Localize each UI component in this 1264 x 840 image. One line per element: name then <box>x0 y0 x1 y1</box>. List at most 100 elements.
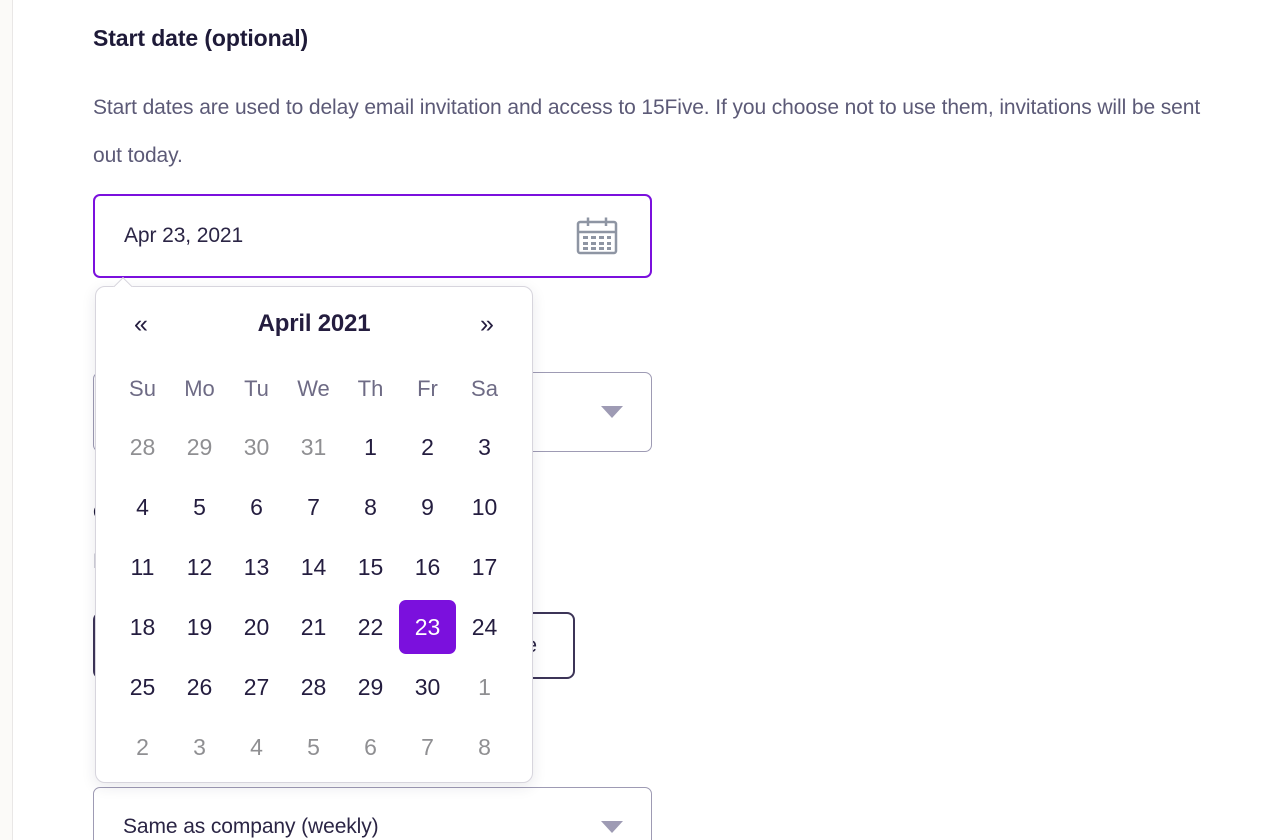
calendar-day-selected[interactable]: 23 <box>399 597 456 657</box>
calendar-day-label: 12 <box>186 553 213 580</box>
weekday-header: Th <box>357 376 384 401</box>
calendar-day[interactable]: 22 <box>342 597 399 657</box>
calendar-day-label: 29 <box>186 433 213 460</box>
left-rail <box>0 0 12 840</box>
background-select-lower[interactable]: Same as company (weekly) <box>93 787 652 840</box>
calendar-day-label: 3 <box>478 433 491 460</box>
calendar-day[interactable]: 12 <box>171 537 228 597</box>
calendar-day[interactable]: 30 <box>228 417 285 477</box>
weekday-header: We <box>297 376 330 401</box>
calendar-day[interactable]: 1 <box>456 657 513 717</box>
calendar-day[interactable]: 29 <box>342 657 399 717</box>
calendar-day[interactable]: 10 <box>456 477 513 537</box>
calendar-day[interactable]: 31 <box>285 417 342 477</box>
calendar-day[interactable]: 25 <box>114 657 171 717</box>
calendar-day[interactable]: 6 <box>228 477 285 537</box>
calendar-day-label: 26 <box>186 673 213 700</box>
calendar-day[interactable]: 30 <box>399 657 456 717</box>
calendar-day[interactable]: 27 <box>228 657 285 717</box>
calendar-day[interactable]: 2 <box>399 417 456 477</box>
calendar-day[interactable]: 15 <box>342 537 399 597</box>
calendar-day[interactable]: 14 <box>285 537 342 597</box>
calendar-day-label: 16 <box>414 553 441 580</box>
calendar-day-label: 6 <box>250 493 263 520</box>
calendar-day-label: 10 <box>471 493 498 520</box>
calendar-week-row: 2 3 4 5 6 7 8 <box>114 717 514 777</box>
calendar-day[interactable]: 18 <box>114 597 171 657</box>
calendar-day-label: 11 <box>130 553 155 580</box>
calendar-day-label: 20 <box>243 613 270 640</box>
start-date-input[interactable]: Apr 23, 2021 <box>93 194 652 278</box>
calendar-day[interactable]: 3 <box>171 717 228 777</box>
prev-month-button[interactable]: « <box>126 311 156 337</box>
calendar-day[interactable]: 24 <box>456 597 513 657</box>
calendar-day[interactable]: 20 <box>228 597 285 657</box>
calendar-day-label: 14 <box>300 553 327 580</box>
calendar-day-label: 1 <box>364 433 377 460</box>
calendar-day-label: 21 <box>300 613 327 640</box>
calendar-day[interactable]: 2 <box>114 717 171 777</box>
calendar-day[interactable]: 26 <box>171 657 228 717</box>
background-select-lower-value: Same as company (weekly) <box>123 815 379 838</box>
calendar-day-label: 25 <box>129 673 156 700</box>
field-help-text: Start dates are used to delay email invi… <box>93 96 1201 167</box>
calendar-day[interactable]: 6 <box>342 717 399 777</box>
calendar-day[interactable]: 19 <box>171 597 228 657</box>
calendar-day[interactable]: 13 <box>228 537 285 597</box>
calendar-day-label: 31 <box>300 433 327 460</box>
calendar-day-label: 3 <box>193 733 206 760</box>
chevron-down-icon <box>601 406 623 418</box>
calendar-day-label: 30 <box>414 673 441 700</box>
calendar-day[interactable]: 9 <box>399 477 456 537</box>
calendar-day-label: 18 <box>129 613 156 640</box>
calendar-day-label: 4 <box>136 493 149 520</box>
weekday-header: Fr <box>417 376 438 401</box>
calendar-icon[interactable] <box>575 216 619 256</box>
datepicker-popup[interactable]: « April 2021 » Su Mo Tu We Th Fr Sa 28 29 30 31 1 2… <box>95 286 533 783</box>
calendar-day-label: 24 <box>471 613 498 640</box>
calendar-day-label: 28 <box>300 673 327 700</box>
calendar-day[interactable]: 4 <box>228 717 285 777</box>
calendar-day-label: 27 <box>243 673 270 700</box>
calendar-day-label: 8 <box>478 733 491 760</box>
left-divider <box>12 0 13 840</box>
calendar-week-row: 18 19 20 21 22 23 24 <box>114 597 514 657</box>
calendar-day[interactable]: 28 <box>114 417 171 477</box>
calendar-week-row: 4 5 6 7 8 9 10 <box>114 477 514 537</box>
calendar-day[interactable]: 28 <box>285 657 342 717</box>
datepicker-notch <box>112 276 134 287</box>
calendar-day[interactable]: 4 <box>114 477 171 537</box>
calendar-day[interactable]: 5 <box>285 717 342 777</box>
calendar-day-label: 22 <box>357 613 384 640</box>
calendar-day-label: 6 <box>364 733 377 760</box>
calendar-day[interactable]: 21 <box>285 597 342 657</box>
calendar-day[interactable]: 7 <box>285 477 342 537</box>
calendar-day[interactable]: 8 <box>456 717 513 777</box>
calendar-day-label: 2 <box>136 733 149 760</box>
calendar-day-label: 1 <box>478 673 491 700</box>
calendar-day[interactable]: 5 <box>171 477 228 537</box>
calendar-day[interactable]: 29 <box>171 417 228 477</box>
calendar-day[interactable]: 1 <box>342 417 399 477</box>
weekday-header: Sa <box>471 376 498 401</box>
calendar-week-row: 25 26 27 28 29 30 1 <box>114 657 514 717</box>
calendar-day[interactable]: 7 <box>399 717 456 777</box>
calendar-day-label: 5 <box>193 493 206 520</box>
calendar-day[interactable]: 17 <box>456 537 513 597</box>
calendar-day[interactable]: 11 <box>114 537 171 597</box>
calendar-day-label: 7 <box>421 733 434 760</box>
weekday-header: Mo <box>184 376 215 401</box>
calendar-day-label: 28 <box>129 433 156 460</box>
page-title: Start date (optional) <box>93 25 309 51</box>
datepicker-header: « April 2021 » <box>96 287 532 361</box>
next-month-button[interactable]: » <box>472 311 502 337</box>
calendar-day-label: 23 <box>399 600 456 654</box>
calendar-day-label: 13 <box>243 553 270 580</box>
calendar-day-label: 30 <box>243 433 270 460</box>
calendar-day-label: 17 <box>471 553 498 580</box>
calendar-day[interactable]: 3 <box>456 417 513 477</box>
calendar-day[interactable]: 16 <box>399 537 456 597</box>
calendar-day[interactable]: 8 <box>342 477 399 537</box>
start-date-value: Apr 23, 2021 <box>124 224 244 247</box>
weekday-header-row: Su Mo Tu We Th Fr Sa <box>114 361 514 417</box>
